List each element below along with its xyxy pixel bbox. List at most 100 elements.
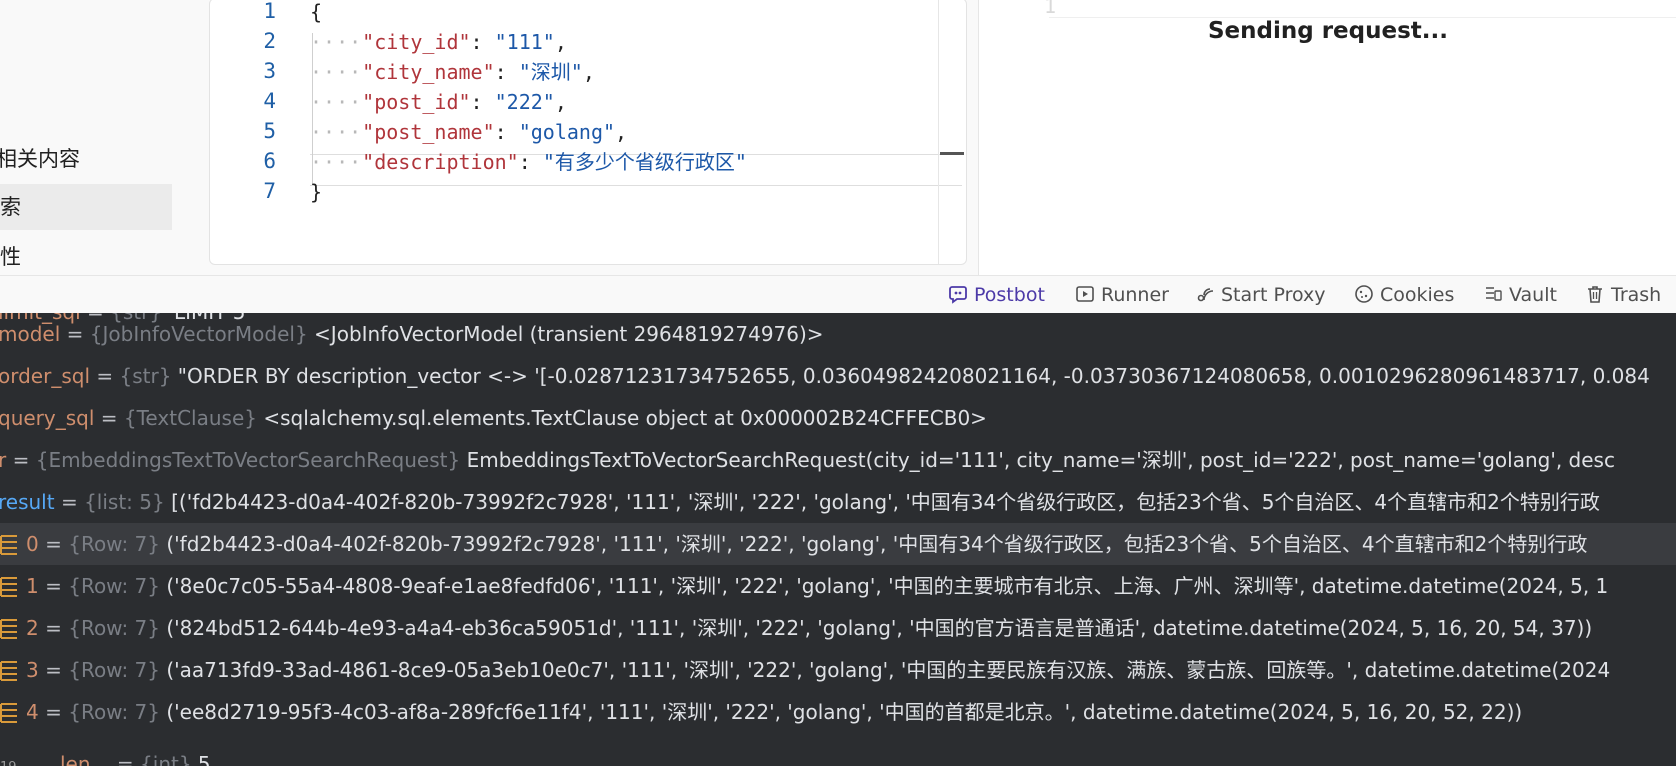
sidebar-item-search[interactable]: 索 [0,184,172,230]
json-value: "111" [494,30,555,54]
indent-dots: ···· [310,60,363,84]
trash-icon [1585,279,1605,303]
json-body-editor[interactable]: 1 2 3 4 5 6 7 { ····"city_id": "111", ··… [209,0,967,265]
indent-dots: ···· [310,90,363,114]
code-line: ····"description": "有多少个省级行政区" [310,147,747,178]
debug-row-item[interactable]: 3 = {Row: 7} ('aa713fd9-33ad-4861-8ce9-0… [0,649,1610,691]
debug-row-item[interactable]: 4 = {Row: 7} ('ee8d2719-95f3-4c03-af8a-2… [0,691,1522,733]
variable-value: [('fd2b4423-d0a4-402f-820b-73992f2c7928'… [171,490,1600,514]
json-key: "city_id" [362,30,471,54]
line-number: 2 [263,29,276,53]
debugger-variables-panel: limit_sql = {str} 'LIMIT 5' model = {Job… [0,313,1676,766]
variable-name: r [0,448,7,472]
cookie-icon [1354,279,1374,303]
line-marker: 19 [0,760,17,766]
start-proxy-label: Start Proxy [1221,284,1326,306]
list-item-icon [0,695,18,723]
variable-type: {Row: 7} [68,574,160,598]
json-comma: , [554,30,567,54]
variable-type: {str} [119,364,172,388]
debug-row-item[interactable]: 0 = {Row: 7} ('fd2b4423-d0a4-402f-820b-7… [0,523,1676,565]
line-number: 6 [263,149,276,173]
list-item-icon [0,653,18,681]
debug-variable-r[interactable]: r = {EmbeddingsTextToVectorSearchRequest… [0,439,1615,481]
row-index: 4 [26,700,39,724]
indent-dots: ···· [310,150,363,174]
start-proxy-button[interactable]: Start Proxy [1195,276,1326,314]
debug-row-item[interactable]: 1 = {Row: 7} ('8e0c7c05-55a4-4808-9eaf-e… [0,565,1608,607]
variable-value: EmbeddingsTextToVectorSearchRequest(city… [466,448,1615,472]
line-number: 1 [263,0,276,23]
variable-eq: = [96,364,114,388]
variable-name: order_sql [0,364,91,388]
debug-row-item[interactable]: 2 = {Row: 7} ('824bd512-644b-4e93-a4a4-e… [0,607,1592,649]
json-comma: , [615,120,628,144]
row-index: 0 [26,532,39,556]
variable-eq: = [45,532,62,556]
json-colon: : [470,90,483,114]
proxy-icon [1195,279,1215,302]
status-bar: Postbot Runner Start Proxy Cookies Vault… [0,275,1676,314]
trash-label: Trash [1611,284,1662,306]
sending-request-text: Sending request... [1207,18,1448,44]
sidebar-item-label: 索 [0,195,21,219]
cookies-button[interactable]: Cookies [1354,276,1454,314]
variable-eq: = [12,448,30,472]
vault-button[interactable]: Vault [1483,276,1557,314]
row-index: 1 [26,574,39,598]
sidebar-item-property[interactable]: 性 [0,234,172,280]
variable-value: ('ee8d2719-95f3-4c03-af8a-289fcf6e11f4',… [166,700,1523,724]
indent-dots: ···· [310,30,363,54]
json-comma: , [582,60,595,84]
json-value: "222" [494,90,555,114]
line-number: 5 [263,119,276,143]
list-item-icon [0,611,18,639]
line-number: 4 [263,89,276,113]
json-value: "有多少个省级行政区" [542,150,747,174]
variable-eq: = [45,574,62,598]
variable-value: ('824bd512-644b-4e93-a4a4-eb36ca59051d',… [166,616,1593,640]
code-line: ····"post_name": "golang", [310,117,627,148]
debug-variable-model[interactable]: model = {JobInfoVectorModel} <JobInfoVec… [0,313,824,355]
runner-button[interactable]: Runner [1075,276,1169,314]
variable-type: {TextClause} [123,406,257,430]
row-index: 2 [26,616,39,640]
variable-value: "ORDER BY description_vector <-> '[-0.02… [177,364,1650,388]
variable-eq: = [45,658,62,682]
postbot-button[interactable]: Postbot [948,276,1045,314]
json-key: "city_name" [362,60,495,84]
variable-value: <JobInfoVectorModel (transient 296481927… [314,322,824,346]
list-item-icon [0,527,18,555]
response-panel: 1 Sending request... [978,0,1676,275]
response-line-number: 1 [1044,0,1057,18]
json-comma: , [554,90,567,114]
debug-variable-query-sql[interactable]: query_sql = {TextClause} <sqlalchemy.sql… [0,397,987,439]
code-line: ····"city_id": "111", [310,27,567,58]
line-number: 7 [263,179,276,203]
json-key: "post_id" [362,90,471,114]
json-value: "深圳" [518,60,583,84]
debug-variable-order-sql[interactable]: order_sql = {str} "ORDER BY description_… [0,355,1650,397]
sidebar-item-label: 相关内容 [0,147,80,171]
variable-eq: = [66,322,84,346]
json-value: "golang" [518,120,616,144]
vault-label: Vault [1509,284,1557,306]
debug-variable-len[interactable]: __len__ = {int} 5 [40,743,211,766]
variable-eq: = [100,406,118,430]
trash-button[interactable]: Trash [1585,276,1661,314]
variable-value: 5 [197,752,211,766]
json-key: "post_name" [362,120,495,144]
variable-name: __len__ [40,752,111,766]
variable-name: model [0,322,61,346]
scroll-position-marker [940,152,964,155]
runner-label: Runner [1101,284,1169,306]
indent-dots: ···· [310,120,363,144]
sidebar-item-related[interactable]: 相关内容 [0,136,168,182]
code-line: } [310,177,322,208]
debug-variable-result[interactable]: result = {list: 5} [('fd2b4423-d0a4-402f… [0,481,1600,523]
variable-name: query_sql [0,406,95,430]
variable-type: {JobInfoVectorModel} [89,322,308,346]
editor-scroll-track[interactable] [938,0,939,264]
variable-type: {Row: 7} [68,616,160,640]
variable-type: {EmbeddingsTextToVectorSearchRequest} [35,448,461,472]
